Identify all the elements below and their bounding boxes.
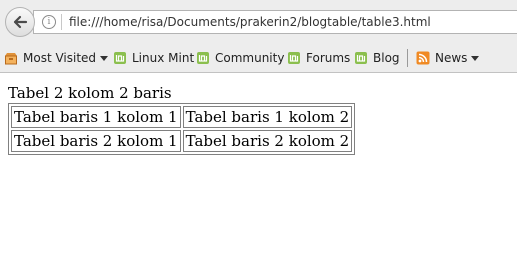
url-bar-divider [61, 14, 62, 30]
bookmark-most-visited[interactable]: Most Visited [4, 50, 109, 66]
page-content: Tabel 2 kolom 2 baris Tabel baris 1 kolo… [0, 74, 517, 258]
table-cell: Tabel baris 1 kolom 2 [182, 106, 353, 128]
bookmarks-separator [407, 49, 408, 67]
mint-leaf-icon [355, 52, 367, 64]
chevron-down-icon [100, 55, 109, 61]
table-row: Tabel baris 2 kolom 1 Tabel baris 2 kolo… [11, 130, 353, 152]
bookmark-blog[interactable]: Blog [354, 50, 400, 66]
bookmark-label: Forums [306, 51, 351, 65]
bookmark-forums[interactable]: Forums [287, 50, 350, 66]
mint-leaf-icon [114, 52, 126, 64]
url-bar[interactable]: i file:///home/risa/Documents/prakerin2/… [33, 10, 517, 34]
bookmark-label: Blog [373, 51, 400, 65]
mint-leaf-icon [197, 52, 209, 64]
url-text[interactable]: file:///home/risa/Documents/prakerin2/bl… [69, 14, 431, 30]
table-cell: Tabel baris 2 kolom 1 [11, 130, 181, 152]
page-caption: Tabel 2 kolom 2 baris [8, 84, 172, 102]
bookmark-community[interactable]: Community [196, 50, 284, 66]
table-cell: Tabel baris 1 kolom 1 [11, 106, 181, 128]
most-visited-icon [5, 53, 17, 65]
table-cell: Tabel baris 2 kolom 2 [182, 130, 353, 152]
rss-feed-icon [416, 51, 430, 65]
mint-leaf-icon [288, 52, 300, 64]
site-info-icon[interactable]: i [42, 15, 56, 29]
bookmark-label: Community [215, 51, 285, 65]
navigation-toolbar: i file:///home/risa/Documents/prakerin2/… [0, 0, 517, 43]
back-arrow-icon [13, 15, 28, 29]
bookmark-label: News [435, 51, 468, 65]
bookmark-news[interactable]: News [416, 50, 480, 66]
bookmarks-toolbar: Most Visited Linux Mint Community Forums… [0, 43, 517, 73]
back-button[interactable] [5, 7, 35, 37]
bookmark-label: Most Visited [23, 51, 97, 65]
bookmark-label: Linux Mint [132, 51, 195, 65]
bookmark-linux-mint[interactable]: Linux Mint [113, 50, 194, 66]
data-table: Tabel baris 1 kolom 1 Tabel baris 1 kolo… [8, 103, 356, 155]
chevron-down-icon [471, 55, 480, 61]
table-row: Tabel baris 1 kolom 1 Tabel baris 1 kolo… [11, 106, 353, 128]
